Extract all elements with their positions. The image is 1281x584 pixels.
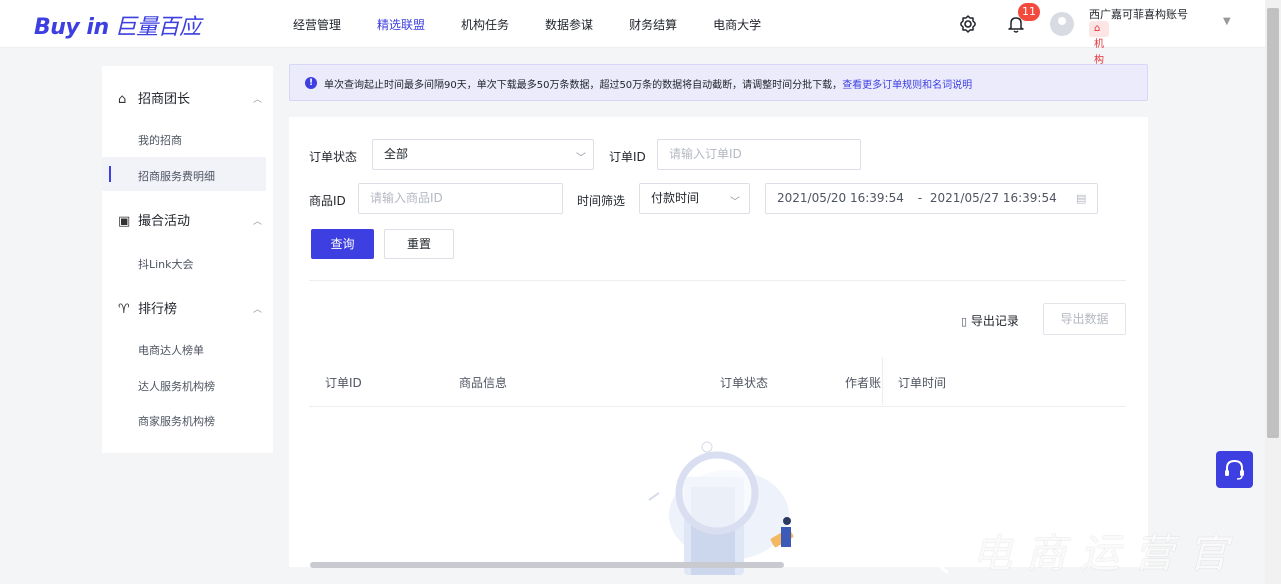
top-navbar: Buy in 巨量百应 经营管理 精选联盟 机构任务 数据参谋 财务结算 电商大学… [0, 0, 1265, 66]
vertical-scrollbar[interactable] [1267, 8, 1279, 438]
account-name[interactable]: 西广嘉可菲喜构账号 [1089, 6, 1219, 22]
sidebar-item-talent-rank[interactable]: 电商达人榜单 [138, 342, 204, 358]
main-nav: 经营管理 精选联盟 机构任务 数据参谋 财务结算 电商大学 [293, 16, 797, 33]
nav-item-finance[interactable]: 财务结算 [629, 16, 677, 33]
watermark: 电商运营官 [908, 513, 1268, 577]
logo-cn: 巨量百应 [114, 15, 202, 40]
table-header-divider [309, 406, 1126, 407]
bag-icon: ⌂ [118, 92, 127, 107]
notification-badge: 11 [1018, 3, 1040, 21]
time-filter-value: 付款时间 [651, 191, 700, 205]
empty-state-illustration [648, 441, 794, 575]
nav-item-data[interactable]: 数据参谋 [545, 16, 593, 33]
reset-button[interactable]: 重置 [384, 229, 454, 259]
column-header-author-account: 作者账 [845, 376, 882, 390]
sidebar-group-recruit[interactable]: ⌂ 招商团长 [118, 88, 190, 107]
chevron-down-icon: ﹀ [730, 197, 740, 208]
product-id-placeholder: 请输入商品ID [370, 191, 443, 205]
alert-message: 单次查询起止时间最多间隔90天，单次下载最多50万条数据，超过50万条的数据将自… [324, 80, 843, 91]
nav-item-alliance[interactable]: 精选联盟 [377, 16, 425, 33]
export-data-button[interactable]: 导出数据 [1043, 303, 1126, 335]
column-divider [882, 357, 883, 405]
trophy-icon: ♈ [118, 302, 130, 317]
sidebar-active-indicator [109, 166, 111, 182]
chevron-down-icon[interactable]: ▼ [1223, 16, 1231, 27]
column-header-order-id: 订单ID [325, 376, 362, 390]
order-id-input[interactable]: 请输入订单ID [657, 139, 861, 170]
order-status-value: 全部 [384, 147, 409, 161]
account-tag-label: 机构 [1094, 39, 1104, 66]
date-range-picker[interactable]: 2021/05/20 16:39:54 - 2021/05/27 16:39:5… [765, 183, 1098, 214]
horizontal-scrollbar[interactable] [310, 562, 784, 568]
avatar[interactable] [1050, 12, 1074, 36]
column-header-order-time: 订单时间 [898, 376, 947, 390]
divider [309, 280, 1126, 281]
order-status-select[interactable]: 全部 [372, 139, 594, 170]
date-end: 2021/05/27 16:39:54 [929, 191, 1057, 205]
calendar-icon: ▣ [118, 214, 131, 229]
account-tag: ⌂ 机构 [1089, 21, 1109, 66]
alert-text: 单次查询起止时间最多间隔90天，单次下载最多50万条数据，超过50万条的数据将自… [324, 76, 972, 91]
info-alert: ! 单次查询起止时间最多间隔90天，单次下载最多50万条数据，超过50万条的数据… [289, 64, 1148, 101]
time-filter-label: 时间筛选 [577, 194, 626, 208]
order-id-placeholder: 请输入订单ID [669, 147, 742, 161]
nav-item-tasks[interactable]: 机构任务 [461, 16, 509, 33]
gear-icon[interactable] [958, 14, 978, 34]
export-records-label: 导出记录 [970, 314, 1019, 328]
nav-item-operations[interactable]: 经营管理 [293, 16, 341, 33]
sidebar-item-talent-agency-rank[interactable]: 达人服务机构榜 [138, 378, 215, 394]
chevron-up-icon[interactable]: ︿ [253, 302, 262, 315]
info-icon: ! [305, 77, 317, 89]
export-records-link[interactable]: ▯ 导出记录 [961, 312, 1019, 329]
customer-service-button[interactable] [1216, 451, 1253, 488]
brand-logo[interactable]: Buy in 巨量百应 [34, 9, 201, 41]
sidebar-item-merchant-agency-rank[interactable]: 商家服务机构榜 [138, 413, 215, 429]
product-id-label: 商品ID [309, 194, 346, 208]
chevron-up-icon[interactable]: ︿ [253, 92, 262, 105]
watermark-text: 电商运营官 [972, 531, 1242, 577]
sidebar-item-my-recruit[interactable]: 我的招商 [138, 132, 182, 148]
rules-link[interactable]: 查看更多订单规则和名词说明 [842, 80, 972, 91]
calendar-icon: ▤ [1076, 192, 1087, 205]
main-panel: 订单状态 全部 ﹀ 订单ID 请输入订单ID 商品ID 请输入商品ID 时间筛选… [289, 117, 1148, 575]
document-icon: ▯ [961, 315, 968, 328]
headset-icon [1225, 459, 1244, 480]
date-start: 2021/05/20 16:39:54 [777, 191, 904, 205]
column-header-product-info: 商品信息 [459, 376, 508, 390]
sidebar-group-label: 撮合活动 [138, 214, 191, 229]
sidebar-group-match[interactable]: ▣ 撮合活动 [118, 210, 190, 229]
chevron-up-icon[interactable]: ︿ [253, 214, 262, 227]
sidebar-group-ranking[interactable]: ♈ 排行榜 [118, 298, 177, 317]
sidebar-item-link-conference[interactable]: 抖Link大会 [138, 256, 194, 272]
sidebar-group-label: 招商团长 [138, 92, 191, 107]
order-status-label: 订单状态 [309, 150, 358, 164]
sidebar-item-service-fee[interactable]: 招商服务费明细 [138, 168, 215, 184]
query-button[interactable]: 查询 [311, 229, 374, 259]
chevron-down-icon: ﹀ [576, 153, 586, 164]
nav-item-university[interactable]: 电商大学 [713, 16, 761, 33]
date-separator: - [917, 191, 923, 205]
sidebar-group-label: 排行榜 [138, 302, 178, 317]
product-id-input[interactable]: 请输入商品ID [358, 183, 563, 214]
column-header-order-status: 订单状态 [720, 376, 769, 390]
logo-latin: Buy in [34, 15, 109, 40]
order-id-label: 订单ID [609, 150, 646, 164]
